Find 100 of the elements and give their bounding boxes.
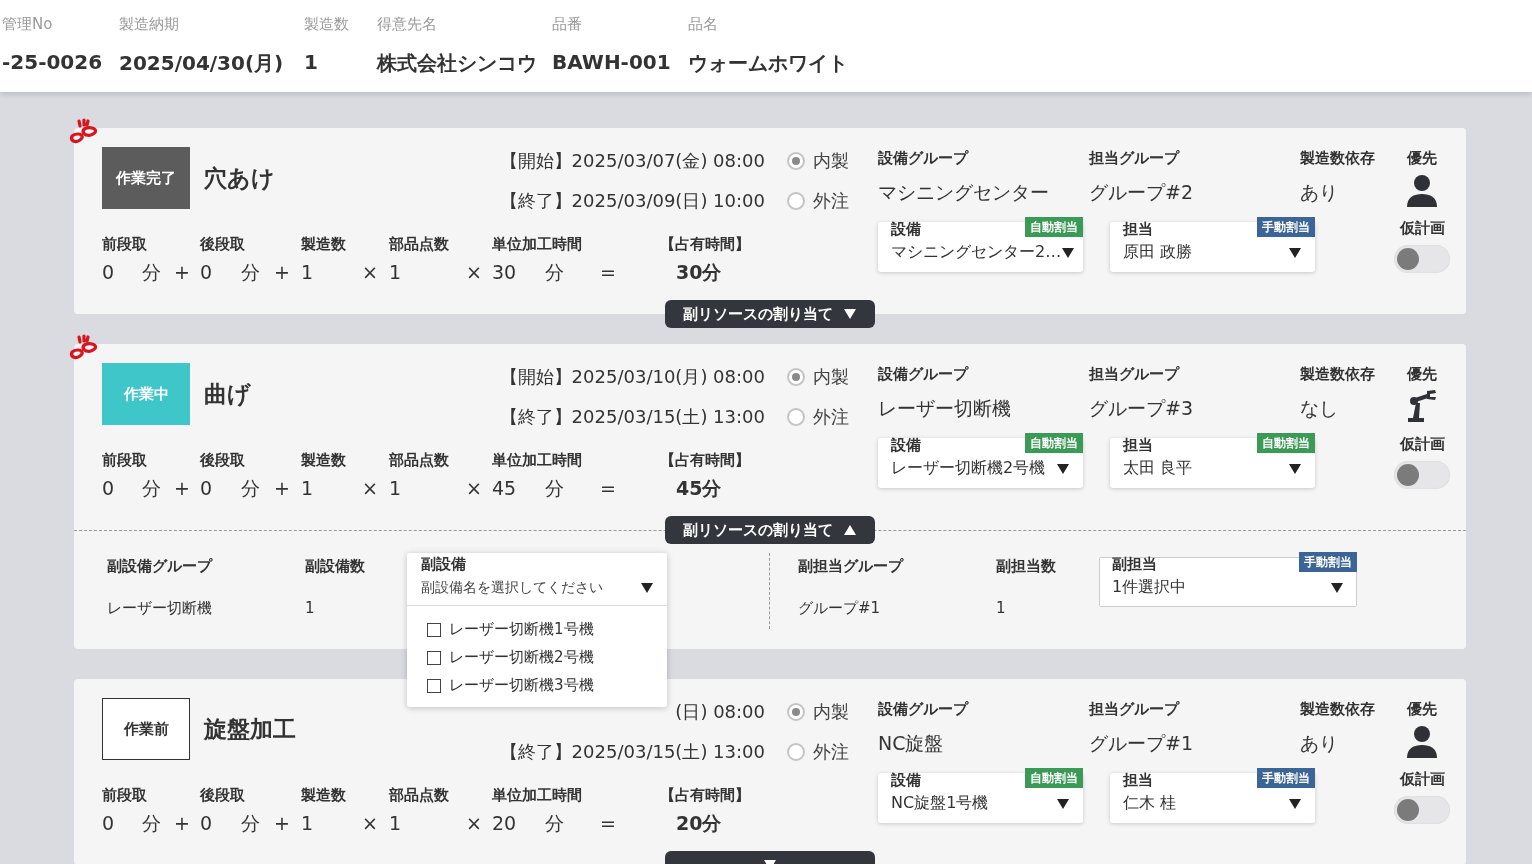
status-badge: 作業完了 [102, 147, 190, 209]
field-label: 製造数 [301, 785, 347, 806]
field-label: 設備グループ [878, 364, 970, 385]
caret-icon [1288, 246, 1302, 259]
operator: + [174, 811, 191, 836]
field-label: 製造数依存 [1300, 699, 1376, 720]
unit-label: 分 [142, 476, 162, 501]
dropdown-field[interactable]: 担当 手動割当 原田 政勝 [1110, 217, 1315, 272]
field-label: 前段取 [102, 234, 148, 255]
unit-label: 分 [545, 811, 565, 836]
caret-icon [1288, 797, 1302, 810]
dropdown-field[interactable]: 副設備 副設備名を選択してください [407, 553, 667, 606]
field-value: グループ#2 [1089, 180, 1194, 205]
field-label: 前段取 [102, 785, 148, 806]
field-value: あり [1300, 731, 1339, 756]
operator: × [466, 260, 483, 285]
assignment-tag: 自動割当 [1257, 433, 1315, 453]
field-label: 品名 [688, 15, 719, 35]
field-label: 後段取 [200, 234, 246, 255]
field-label: 単位加工時間 [492, 234, 583, 255]
dropdown-field[interactable]: 担当 自動割当 太田 良平 [1110, 433, 1315, 488]
robot-arm-icon [1405, 389, 1439, 423]
checkbox[interactable] [427, 678, 441, 693]
field-label: 製造数 [301, 450, 347, 471]
toggle-switch[interactable] [1394, 245, 1450, 273]
toggle-switch[interactable] [1394, 796, 1450, 824]
subresource-button[interactable]: 副リソースの割り当て [665, 300, 875, 328]
radio-button[interactable] [787, 408, 805, 426]
process-title: 穴あけ [204, 163, 275, 193]
checkbox[interactable] [427, 650, 441, 665]
dropdown-value: マシニングセンター2… [891, 242, 1062, 263]
field-value: 1 [301, 476, 315, 501]
field-label: 担当グループ [1089, 364, 1181, 385]
dropdown-label: 担当 [1123, 770, 1153, 789]
field-value: 株式会社シンコウ [377, 50, 538, 77]
toggle-switch[interactable] [1394, 461, 1450, 489]
dropdown-field[interactable]: 副担当 手動割当 1件選択中 [1099, 552, 1357, 607]
radio-label: 内製 [813, 149, 849, 173]
occupied-time: 30分 [675, 260, 723, 285]
dropdown-field[interactable]: 設備 自動割当 NC旋盤1号機 [878, 768, 1083, 823]
field-value: -25-0026 [2, 50, 104, 74]
process-title: 旋盤加工 [204, 714, 296, 744]
field-label: 仮計画 [1399, 218, 1445, 239]
option-label[interactable]: レーザー切断機3号機 [449, 676, 594, 695]
dropdown-field[interactable]: 設備 自動割当 レーザー切断機2号機 [878, 433, 1083, 488]
field-value: 0 [102, 811, 116, 836]
status-badge: 作業前 [102, 698, 190, 760]
field-label: 後段取 [200, 785, 246, 806]
assignment-tag: 手動割当 [1257, 217, 1315, 237]
radio-button[interactable] [787, 703, 805, 721]
field-label: 部品点数 [389, 450, 450, 471]
field-value: 1 [304, 50, 319, 74]
dropdown-field[interactable]: 設備 自動割当 マシニングセンター2… [878, 217, 1083, 272]
assignment-tag: 自動割当 [1025, 217, 1083, 237]
operator: + [274, 811, 291, 836]
dropdown-label: 副設備 [421, 555, 467, 573]
field-label: 担当グループ [1089, 699, 1181, 720]
subresource-button[interactable]: 副リソースの割り当て [665, 516, 875, 544]
operator: = [600, 260, 617, 285]
end-date: 【終了】2025/03/15(土) 13:00 [499, 740, 765, 764]
option-label[interactable]: レーザー切断機1号機 [449, 620, 594, 639]
field-value: あり [1300, 180, 1339, 205]
assignment-tag: 自動割当 [1025, 433, 1083, 453]
unit-label: 分 [142, 811, 162, 836]
field-label: 優先 [1407, 148, 1437, 169]
operator: × [362, 811, 379, 836]
caret-icon [1056, 797, 1070, 810]
field-value: 1 [389, 260, 403, 285]
radio-button[interactable] [787, 743, 805, 761]
field-label: 製造数 [301, 234, 347, 255]
unit-label: 分 [241, 260, 261, 285]
field-label: 【占有時間】 [660, 785, 751, 806]
unit-label: 分 [241, 811, 261, 836]
field-label: 副担当グループ [798, 556, 905, 577]
radio-button[interactable] [787, 192, 805, 210]
field-label: 優先 [1407, 364, 1437, 385]
dropdown-label: 担当 [1123, 435, 1153, 454]
end-date: 【終了】2025/03/09(日) 10:00 [499, 189, 765, 213]
checkbox[interactable] [427, 622, 441, 637]
dropdown-label: 担当 [1123, 219, 1153, 238]
field-value: 0 [200, 811, 214, 836]
unit-label: 分 [545, 260, 565, 285]
caret-icon [843, 524, 857, 536]
dropdown-value: 1件選択中 [1112, 577, 1187, 598]
field-value: 1 [301, 260, 315, 285]
option-label[interactable]: レーザー切断機2号機 [449, 648, 594, 667]
radio-label: 外注 [813, 189, 849, 213]
field-value: 1 [389, 476, 403, 501]
radio-button[interactable] [787, 152, 805, 170]
field-value: 0 [102, 476, 116, 501]
field-label: 部品点数 [389, 234, 450, 255]
field-value: レーザー切断機 [107, 598, 213, 619]
radio-label: 外注 [813, 405, 849, 429]
radio-button[interactable] [787, 368, 805, 386]
end-date: 【終了】2025/03/15(土) 13:00 [499, 405, 765, 429]
occupied-time: 45分 [675, 476, 723, 501]
field-value: マシニングセンター [878, 180, 1050, 205]
operator: = [600, 811, 617, 836]
field-value: グループ#1 [1089, 731, 1194, 756]
dropdown-field[interactable]: 担当 手動割当 仁木 桂 [1110, 768, 1315, 823]
